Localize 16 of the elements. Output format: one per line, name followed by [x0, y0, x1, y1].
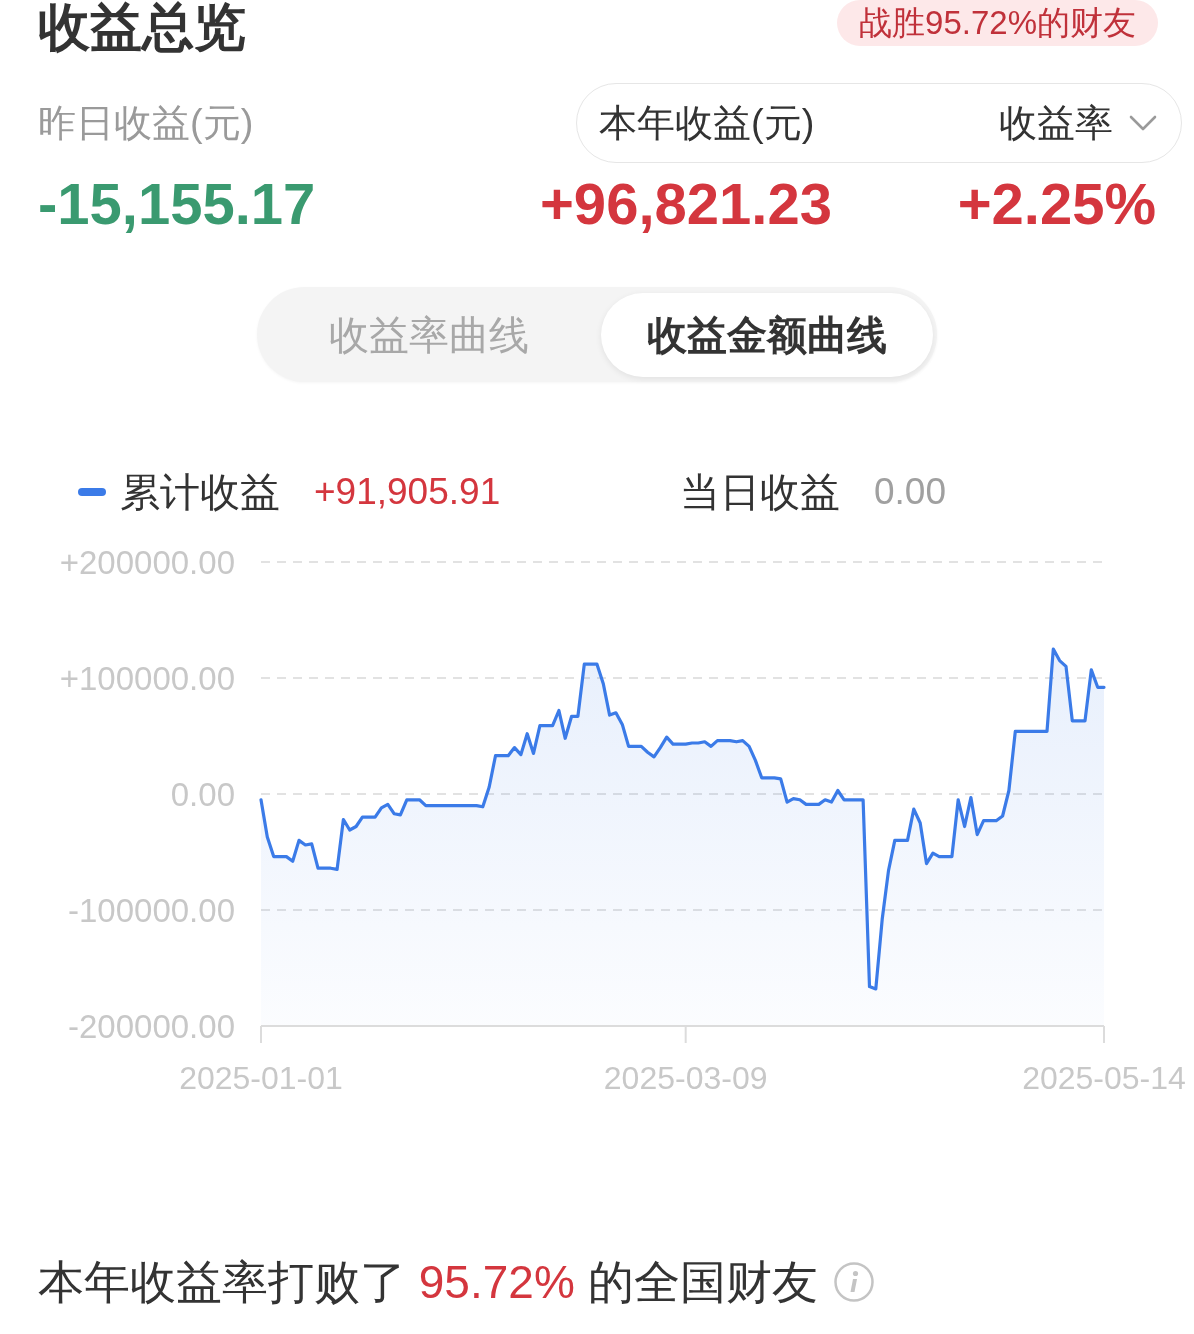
curve-tab[interactable]: 收益金额曲线	[601, 293, 933, 377]
chevron-down-icon	[1129, 115, 1157, 131]
daily-profit-label: 当日收益	[680, 469, 840, 516]
return-rate-dropdown[interactable]: 收益率	[999, 100, 1157, 146]
info-icon[interactable]	[833, 1262, 874, 1302]
yesterday-profit-value: -15,155.17	[38, 171, 317, 237]
return-rate-value: +2.25%	[957, 171, 1156, 237]
cumulative-profit-value: +91,905.91	[314, 470, 501, 514]
year-profit-label: 本年收益(元)	[599, 101, 815, 146]
rank-badge: 战胜95.72%的财友	[837, 0, 1158, 46]
ranking-sentence: 本年收益率打败了 95.72% 的全国财友	[38, 1255, 818, 1310]
year-profit-value: +96,821.23	[540, 171, 833, 237]
yesterday-profit-label: 昨日收益(元)	[38, 101, 254, 146]
page-title: 收益总览	[38, 0, 246, 54]
daily-profit-value: 0.00	[874, 470, 946, 514]
legend-label: 累计收益	[120, 469, 280, 516]
